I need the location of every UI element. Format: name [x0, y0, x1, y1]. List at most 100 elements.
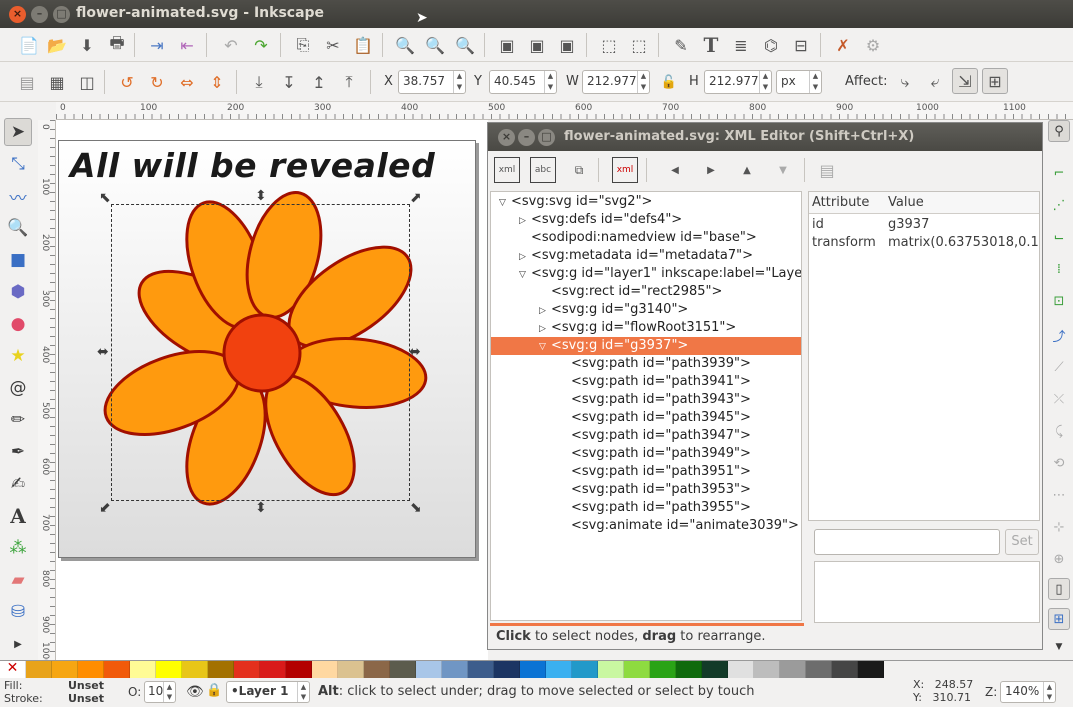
palette-swatch[interactable]	[728, 661, 754, 678]
spin-arrows-icon[interactable]: ▲ ▼	[544, 71, 556, 93]
more-tools-icon[interactable]: ▶	[4, 630, 32, 658]
expander-closed-icon[interactable]: ▷	[519, 248, 531, 266]
xml-tree-node-selected[interactable]: ▽ <svg:g id="g3937">	[491, 337, 801, 355]
zoom-field[interactable]: 140% ▲ ▼	[1000, 681, 1056, 703]
snap-enable-icon[interactable]: ⚲	[1048, 120, 1070, 142]
xml-tree-node[interactable]: <svg:path id="path3955">	[559, 499, 751, 517]
palette-swatch[interactable]	[572, 661, 598, 678]
attr-name[interactable]: transform	[812, 235, 876, 250]
palette-swatch[interactable]	[442, 661, 468, 678]
xml-tree-node[interactable]: <svg:path id="path3941">	[559, 373, 751, 391]
palette-swatch[interactable]	[104, 661, 130, 678]
align-icon[interactable]: ⊟	[788, 32, 814, 58]
cut-icon[interactable]: ✂	[320, 32, 346, 58]
resize-handle-se-icon[interactable]: ⬊	[410, 500, 422, 516]
node-tool-icon[interactable]: ⤡	[4, 150, 32, 178]
palette-swatch[interactable]	[338, 661, 364, 678]
palette-swatch[interactable]	[286, 661, 312, 678]
xml-tree-node[interactable]: ▷ <svg:metadata id="metadata7">	[519, 247, 753, 265]
x-field[interactable]: 38.757 ▲ ▼	[398, 70, 466, 94]
close-button[interactable]: ×	[9, 6, 26, 23]
snap-bbox-edge-icon[interactable]: ⋰	[1048, 194, 1070, 216]
flip-horizontal-icon[interactable]: ⇔	[174, 69, 200, 95]
save-icon[interactable]: ⬇	[74, 32, 100, 58]
lock-icon[interactable]: 🔓	[656, 69, 682, 95]
xml-tree-node[interactable]: ▽ <svg:svg id="svg2">	[499, 193, 652, 211]
zoom-selection-icon[interactable]: 🔍	[392, 32, 418, 58]
deselect-icon[interactable]: ◫	[74, 69, 100, 95]
snap-cusp-icon[interactable]: ⤹	[1048, 420, 1070, 442]
w-field[interactable]: 212.977 ▲ ▼	[582, 70, 650, 94]
set-button[interactable]: Set	[1005, 529, 1039, 555]
indent-node-icon[interactable]: ▶	[698, 157, 724, 183]
palette-swatch[interactable]	[754, 661, 780, 678]
palette-swatch[interactable]	[858, 661, 884, 678]
fill-stroke-icon[interactable]: ✎	[668, 32, 694, 58]
xml-tree-node[interactable]: <svg:animate id="animate3039">	[559, 517, 799, 535]
copy-icon[interactable]: ⎘	[290, 32, 316, 58]
undo-icon[interactable]: ↶	[218, 32, 244, 58]
xml-tree-node[interactable]: <svg:path id="path3953">	[559, 481, 751, 499]
snap-intersection-icon[interactable]: ⤫	[1048, 388, 1070, 410]
opacity-field[interactable]: 10 ▲ ▼	[144, 681, 176, 703]
xml-tree-node[interactable]: <sodipodi:namedview id="base">	[519, 229, 757, 247]
resize-handle-ne-icon[interactable]: ⬈	[410, 190, 422, 206]
stroke-value[interactable]: Unset	[68, 692, 104, 705]
no-paint-swatch-icon[interactable]: ✕	[0, 661, 26, 678]
h-field[interactable]: 212.977 ▲ ▼	[704, 70, 772, 94]
snap-page-icon[interactable]: ▯	[1048, 578, 1070, 600]
xml-tree-node[interactable]: <svg:path id="path3939">	[559, 355, 751, 373]
xml-tree-node[interactable]: <svg:path id="path3947">	[559, 427, 751, 445]
attr-name[interactable]: id	[812, 217, 824, 232]
xml-tree-node[interactable]: <svg:path id="path3951">	[559, 463, 751, 481]
resize-handle-e-icon[interactable]: ⬌	[409, 344, 421, 360]
calligraphy-tool-icon[interactable]: ✍	[4, 470, 32, 498]
transform-gradients-icon[interactable]: ⇲	[952, 68, 978, 94]
rotate-ccw-icon[interactable]: ↺	[114, 69, 140, 95]
raise-node-icon[interactable]: ▲	[734, 157, 760, 183]
palette-swatch[interactable]	[832, 661, 858, 678]
spray-tool-icon[interactable]: ⁂	[4, 534, 32, 562]
spin-arrows-icon[interactable]: ▲ ▼	[637, 71, 649, 93]
palette-swatch[interactable]	[702, 661, 728, 678]
palette-swatch[interactable]	[130, 661, 156, 678]
ellipse-tool-icon[interactable]: ●	[4, 310, 32, 338]
spin-arrows-icon[interactable]: ▲ ▼	[1043, 682, 1055, 702]
snap-bbox-icon[interactable]: ⌐	[1048, 162, 1070, 184]
palette-swatch[interactable]	[390, 661, 416, 678]
pen-tool-icon[interactable]: ✒	[4, 438, 32, 466]
snap-rotation-center-icon[interactable]: ⊕	[1048, 548, 1070, 570]
unlink-clone-icon[interactable]: ▣	[554, 32, 580, 58]
expander-closed-icon[interactable]: ▷	[519, 212, 531, 230]
minimize-button[interactable]: –	[31, 6, 48, 23]
text-font-icon[interactable]: T	[698, 32, 724, 58]
palette-swatch[interactable]	[780, 661, 806, 678]
palette-swatch[interactable]	[520, 661, 546, 678]
maximize-button[interactable]: □	[538, 129, 555, 146]
palette-swatch[interactable]	[182, 661, 208, 678]
xml-tree-node[interactable]: <svg:path id="path3949">	[559, 445, 751, 463]
palette-swatch[interactable]	[260, 661, 286, 678]
lower-icon[interactable]: ↧	[276, 69, 302, 95]
palette-swatch[interactable]	[624, 661, 650, 678]
snap-nodes-icon[interactable]: ⤴	[1048, 324, 1070, 346]
palette-swatch[interactable]	[416, 661, 442, 678]
lower-node-icon[interactable]: ▼	[770, 157, 796, 183]
palette-swatch[interactable]	[156, 661, 182, 678]
spin-arrows-icon[interactable]: ▲ ▼	[759, 71, 771, 93]
scale-stroke-icon[interactable]: ⤷	[892, 69, 918, 95]
attr-value[interactable]: matrix(0.63753018,0.1	[888, 235, 1038, 250]
open-icon[interactable]: 📂	[44, 32, 70, 58]
bucket-tool-icon[interactable]: ⛁	[4, 598, 32, 626]
redo-icon[interactable]: ↷	[248, 32, 274, 58]
close-button[interactable]: ×	[498, 129, 515, 146]
attribute-value-textarea[interactable]	[814, 561, 1040, 623]
eraser-tool-icon[interactable]: ▰	[4, 566, 32, 594]
layers-icon[interactable]: ≣	[728, 32, 754, 58]
3dbox-tool-icon[interactable]: ⬢	[4, 278, 32, 306]
snap-center-icon[interactable]: ⊹	[1048, 516, 1070, 538]
expander-open-icon[interactable]: ▽	[539, 338, 551, 356]
palette-swatch[interactable]	[468, 661, 494, 678]
rotate-cw-icon[interactable]: ↻	[144, 69, 170, 95]
scale-corners-icon[interactable]: ⤶	[922, 69, 948, 95]
